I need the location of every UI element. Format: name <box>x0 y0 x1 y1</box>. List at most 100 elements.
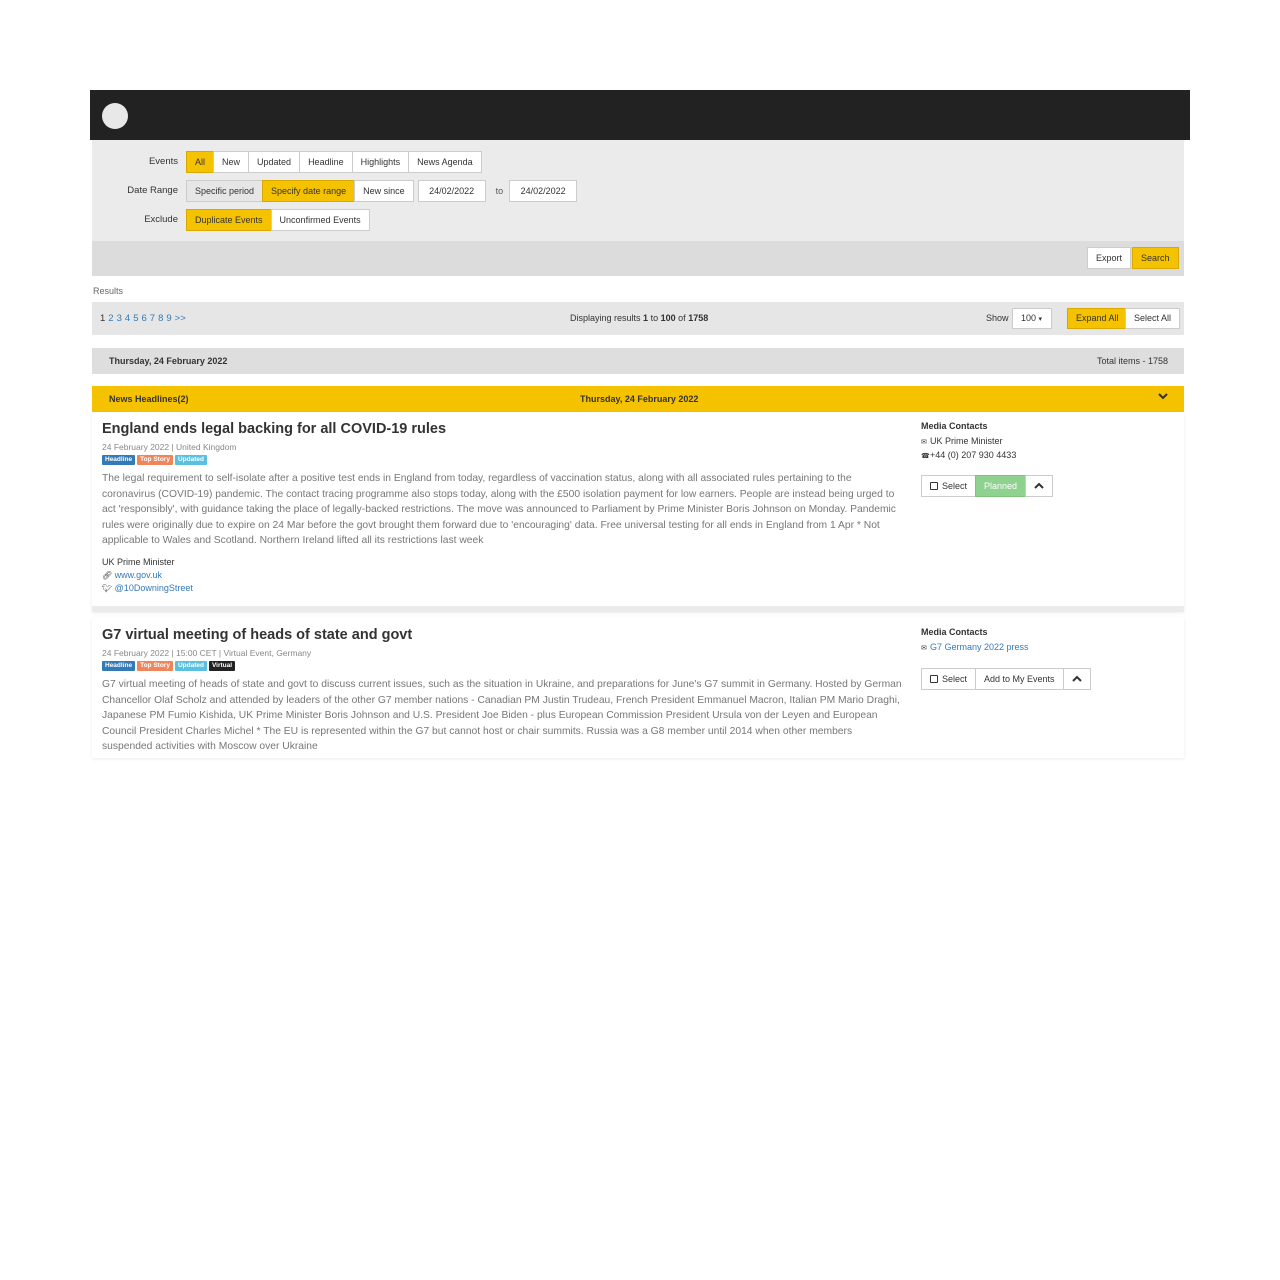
section-date: Thursday, 24 February 2022 <box>580 394 699 404</box>
page-size-select[interactable]: 100 ▾ <box>1012 308 1052 329</box>
contact-phone-text: +44 (0) 207 930 4433 <box>930 450 1017 460</box>
event-body: The legal requirement to self-isolate af… <box>102 473 896 546</box>
logo-icon[interactable] <box>102 103 128 129</box>
media-contacts-heading: Media Contacts <box>921 627 988 637</box>
select-label: Select <box>942 481 968 491</box>
link-icon: 🔗︎ <box>102 571 113 580</box>
event-meta: 24 February 2022 | 15:00 CET | Virtual E… <box>102 648 312 658</box>
twitter-text: @10DowningStreet <box>114 583 193 593</box>
events-filter-label: Events <box>148 156 178 167</box>
event-tags: Headline Top Story Updated Virtual <box>102 661 236 671</box>
select-button[interactable]: Select <box>921 475 977 497</box>
envelope-icon: ✉ <box>921 439 927 446</box>
chevron-up-icon <box>1034 482 1044 489</box>
export-button[interactable]: Export <box>1087 247 1132 269</box>
envelope-icon: ✉ <box>921 645 927 652</box>
day-header: Thursday, 24 February 2022 Total items -… <box>92 348 1184 374</box>
organisation-name: UK Prime Minister <box>102 557 175 567</box>
media-contacts: Media Contacts ✉ UK Prime Minister ☎+44 (… <box>921 420 1016 463</box>
twitter-icon: 🐦︎ <box>102 584 113 593</box>
chevron-up-icon <box>1071 675 1082 682</box>
page-link[interactable]: 8 <box>158 313 163 324</box>
top-navbar <box>90 90 1190 140</box>
filter-action-bar: Export Search <box>92 241 1184 276</box>
tag-updated: Updated <box>174 455 207 465</box>
tag-headline: Headline <box>102 661 136 671</box>
events-filter-group: All New Updated Headline Highlights News… <box>186 150 482 173</box>
exclude-label: Exclude <box>144 214 178 225</box>
event-organisation: UK Prime Minister 🔗︎ www.gov.uk 🐦︎ @10Do… <box>102 556 193 595</box>
select-button[interactable]: Select <box>921 668 977 690</box>
contact-phone: ☎+44 (0) 207 930 4433 <box>921 449 1016 463</box>
phone-icon: ☎ <box>921 453 930 460</box>
contact-email[interactable]: ✉ UK Prime Minister <box>921 435 1016 449</box>
page-link[interactable]: 9 <box>166 313 171 324</box>
section-title: News Headlines(2) <box>109 394 189 404</box>
day-date: Thursday, 24 February 2022 <box>109 356 228 366</box>
results-label: Results <box>93 286 124 296</box>
events-filter-news-agenda[interactable]: News Agenda <box>408 150 482 173</box>
add-to-my-events-button[interactable]: Add to My Events <box>975 668 1064 690</box>
event-card: G7 virtual meeting of heads of state and… <box>92 618 1184 758</box>
search-button[interactable]: Search <box>1132 247 1179 269</box>
collapse-button[interactable] <box>1062 668 1091 690</box>
page-size-value: 100 <box>1021 313 1037 323</box>
event-actions: Select Planned <box>921 475 1054 497</box>
organisation-twitter[interactable]: 🐦︎ @10DowningStreet <box>102 582 193 595</box>
page-link[interactable]: 4 <box>125 313 130 324</box>
page-link[interactable]: 6 <box>141 313 146 324</box>
page-link[interactable]: 3 <box>117 313 122 324</box>
results-pager: 1 2 3 4 5 6 7 8 9 >> Displaying results 1 to 100 … <box>92 302 1184 335</box>
page-link[interactable]: 1 <box>100 313 105 324</box>
date-range-label: Date Range <box>127 185 178 196</box>
select-label: Select <box>942 674 968 684</box>
contact-email-text: G7 Germany 2022 press <box>930 642 1029 652</box>
events-filter-updated[interactable]: Updated <box>248 150 301 173</box>
event-title[interactable]: G7 virtual meeting of heads of state and… <box>102 627 412 643</box>
select-all-button[interactable]: Select All <box>1125 308 1181 329</box>
date-range-new-since[interactable]: New since <box>354 179 414 202</box>
range-start: 1 <box>643 313 649 323</box>
media-contacts: Media Contacts ✉ G7 Germany 2022 press <box>921 626 1029 655</box>
events-filter-headline[interactable]: Headline <box>299 150 353 173</box>
results-total: 1758 <box>688 313 709 323</box>
organisation-website[interactable]: 🔗︎ www.gov.uk <box>102 569 193 582</box>
website-text: www.gov.uk <box>114 570 163 580</box>
events-filter-highlights[interactable]: Highlights <box>351 150 410 173</box>
exclude-unconfirmed-events[interactable]: Unconfirmed Events <box>270 208 370 231</box>
page-link[interactable]: 7 <box>150 313 155 324</box>
events-filter-new[interactable]: New <box>213 150 250 173</box>
caret-down-icon: ▾ <box>1038 316 1043 323</box>
exclude-duplicate-events[interactable]: Duplicate Events <box>186 208 272 231</box>
date-range-specific-period[interactable]: Specific period <box>186 179 264 202</box>
contact-email-text: UK Prime Minister <box>930 436 1003 446</box>
page-link[interactable]: 2 <box>108 313 113 324</box>
planned-button[interactable]: Planned <box>975 475 1027 497</box>
event-meta: 24 February 2022 | United Kingdom <box>102 442 237 452</box>
event-actions: Select Add to My Events <box>921 668 1091 690</box>
date-range-row: Date Range Specific period Specify date … <box>92 176 1184 205</box>
exclude-row: Exclude Duplicate Events Unconfirmed Eve… <box>92 205 1184 234</box>
event-body: G7 virtual meeting of heads of state and… <box>102 679 902 752</box>
contact-email[interactable]: ✉ G7 Germany 2022 press <box>921 641 1029 655</box>
chevron-down-icon[interactable] <box>1158 391 1168 401</box>
tag-headline: Headline <box>102 455 136 465</box>
page-next-link[interactable]: >> <box>175 313 186 324</box>
event-tags: Headline Top Story Updated <box>102 455 207 465</box>
collapse-button[interactable] <box>1025 475 1054 497</box>
page-link[interactable]: 5 <box>133 313 138 324</box>
range-of: of <box>678 313 686 323</box>
expand-all-button[interactable]: Expand All <box>1067 308 1128 329</box>
range-end: 100 <box>660 313 676 323</box>
section-header[interactable]: News Headlines(2) Thursday, 24 February … <box>92 386 1184 412</box>
tag-updated: Updated <box>174 661 207 671</box>
events-filter-all[interactable]: All <box>186 150 215 173</box>
date-range-group: Specific period Specify date range New s… <box>186 179 414 202</box>
date-to-input[interactable]: 24/02/2022 <box>509 179 578 202</box>
media-contacts-heading: Media Contacts <box>921 421 988 431</box>
date-from-input[interactable]: 24/02/2022 <box>417 179 486 202</box>
date-range-specify-range[interactable]: Specify date range <box>262 179 356 202</box>
date-to-label: to <box>495 185 504 196</box>
pagination: 1 2 3 4 5 6 7 8 9 >> <box>100 313 189 324</box>
event-title[interactable]: England ends legal backing for all COVID… <box>102 421 446 437</box>
